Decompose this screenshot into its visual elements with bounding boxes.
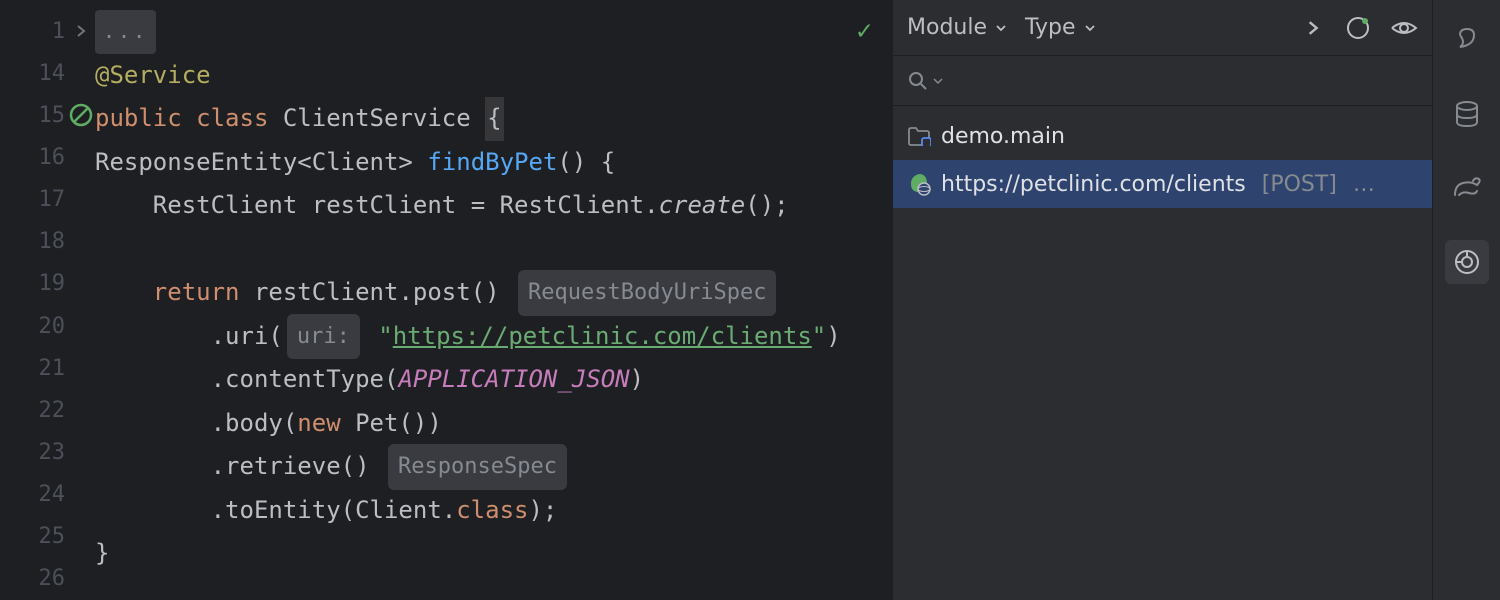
right-tool-strip xyxy=(1432,0,1500,600)
content-type-call: .contentType( xyxy=(211,358,399,402)
hint-response-spec: ResponseSpec xyxy=(388,444,567,490)
restclient-var: restClient xyxy=(312,184,457,228)
close-paren: ) xyxy=(826,315,840,359)
notifications-icon[interactable] xyxy=(1445,18,1489,62)
method-name: findByPet xyxy=(427,141,557,185)
line-number: 1 xyxy=(52,19,65,44)
panel-search[interactable] xyxy=(893,56,1432,106)
restclient-type: RestClient xyxy=(153,184,298,228)
checkmark-icon[interactable]: ✓ xyxy=(856,10,872,54)
database-icon[interactable] xyxy=(1445,92,1489,136)
close-paren: ) xyxy=(630,358,644,402)
folder-icon xyxy=(907,124,931,148)
line-number: 19 xyxy=(39,271,66,296)
brace-open: { xyxy=(485,97,503,141)
line-number: 16 xyxy=(39,145,66,170)
endpoint-url: https://petclinic.com/clients xyxy=(941,172,1246,197)
quote-open: " xyxy=(378,315,392,359)
line-number: 22 xyxy=(39,398,66,423)
app-json-const: APPLICATION_JSON xyxy=(398,358,629,402)
line-number: 26 xyxy=(39,566,66,591)
spring-endpoint-icon xyxy=(907,172,931,196)
return-type: ResponseEntity<Client> xyxy=(95,141,413,185)
kw-return: return xyxy=(153,271,240,315)
gradle-icon[interactable] xyxy=(1445,166,1489,210)
module-dropdown[interactable]: Module xyxy=(907,15,1007,40)
line-number: 20 xyxy=(39,314,66,339)
kw-class-ref: class xyxy=(456,489,528,533)
class-name: ClientService xyxy=(283,97,471,141)
expand-icon[interactable] xyxy=(1298,14,1326,42)
retrieve-call: .retrieve() xyxy=(211,445,370,489)
annotation: @Service xyxy=(95,54,211,98)
endpoints-panel: Module Type demo.main xyxy=(892,0,1432,600)
inspection-icon[interactable] xyxy=(69,103,93,127)
type-dropdown[interactable]: Type xyxy=(1025,15,1096,40)
to-entity-call: .toEntity(Client. xyxy=(211,489,457,533)
url-string[interactable]: https://petclinic.com/clients xyxy=(393,315,812,359)
module-label: Module xyxy=(907,15,987,40)
code-area[interactable]: ✓ ... @Service public class ClientServic… xyxy=(95,0,892,600)
restclient-static: RestClient. xyxy=(500,184,659,228)
eye-icon[interactable] xyxy=(1390,14,1418,42)
search-dropdown-icon[interactable] xyxy=(933,76,943,86)
body-call: .body( xyxy=(211,402,298,446)
line-number: 15 xyxy=(39,103,66,128)
restclient-post: restClient.post() xyxy=(240,271,500,315)
fold-chevron-icon[interactable] xyxy=(69,19,93,43)
panel-header: Module Type xyxy=(893,0,1432,56)
line-number: 21 xyxy=(39,356,66,381)
line-number: 23 xyxy=(39,440,66,465)
kw-class: class xyxy=(196,97,268,141)
kw-public: public xyxy=(95,97,182,141)
quote-close: " xyxy=(812,315,826,359)
close-semi: ); xyxy=(528,489,557,533)
line-number: 14 xyxy=(39,61,66,86)
chevron-down-icon xyxy=(995,22,1007,34)
uri-call: .uri( xyxy=(211,315,283,359)
hint-uri-param: uri: xyxy=(287,314,360,360)
module-name: demo.main xyxy=(941,124,1065,149)
http-client-icon[interactable] xyxy=(1344,14,1372,42)
endpoint-method: [POST] xyxy=(1262,172,1337,197)
fold-marker[interactable]: ... xyxy=(95,10,156,54)
line-number: 24 xyxy=(39,482,66,507)
line-number: 17 xyxy=(39,187,66,212)
hint-uri-spec: RequestBodyUriSpec xyxy=(518,270,776,316)
parens-semi: (); xyxy=(745,184,788,228)
search-icon xyxy=(907,70,929,92)
line-number: 18 xyxy=(39,229,66,254)
line-number: 25 xyxy=(39,524,66,549)
chevron-down-icon xyxy=(1084,22,1096,34)
editor-pane: 1 14 15 16 17 18 19 20 21 22 23 24 25 26… xyxy=(0,0,892,600)
tree-module-node[interactable]: demo.main xyxy=(893,112,1432,160)
endpoint-ellipsis: … xyxy=(1353,172,1375,197)
endpoints-tree: demo.main https://petclinic.com/clients … xyxy=(893,106,1432,600)
type-label: Type xyxy=(1025,15,1076,40)
tree-endpoint-node[interactable]: https://petclinic.com/clients [POST] … xyxy=(893,160,1432,208)
params-brace: () { xyxy=(557,141,615,185)
kw-new: new xyxy=(297,402,340,446)
equals: = xyxy=(456,184,499,228)
endpoints-tool-icon[interactable] xyxy=(1445,240,1489,284)
brace-close: } xyxy=(95,532,109,576)
pet-ctor: Pet()) xyxy=(341,402,442,446)
gutter: 1 14 15 16 17 18 19 20 21 22 23 24 25 26 xyxy=(0,0,95,600)
create-method: create xyxy=(659,184,746,228)
